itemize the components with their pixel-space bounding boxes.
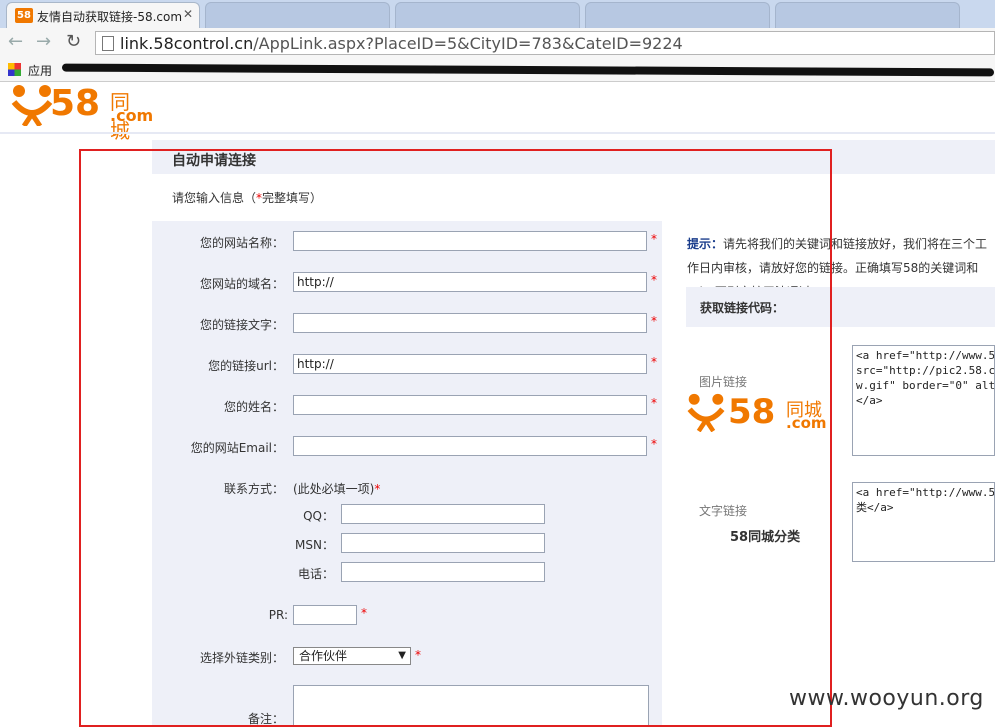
redaction-mark (61, 63, 995, 77)
msn-label: MSN： (295, 538, 334, 552)
tab-inactive[interactable] (395, 2, 580, 28)
qq-input[interactable] (341, 504, 545, 524)
contact-label: 联系方式： (223, 482, 284, 496)
name-label: 您的姓名： (223, 400, 284, 414)
required-mark: * (651, 437, 657, 451)
link-text-input[interactable] (293, 313, 647, 333)
site-name-input[interactable] (293, 231, 647, 251)
link-url-input[interactable]: http:// (293, 354, 647, 374)
phone-label: 电话： (297, 567, 334, 581)
page-icon (102, 36, 114, 51)
text-link-code[interactable]: <a href="http://www.5 类</a> (852, 482, 995, 562)
panel-title-bar (152, 140, 995, 174)
required-mark: * (651, 314, 657, 328)
email-input[interactable] (293, 436, 647, 456)
code-title: 获取链接代码： (700, 301, 785, 315)
link-url-label: 您的链接url： (208, 359, 284, 373)
domain-input[interactable]: http:// (293, 272, 647, 292)
required-mark: * (651, 273, 657, 287)
tab-inactive[interactable] (775, 2, 960, 28)
logo-mascot-icon (11, 85, 53, 126)
required-mark: * (361, 606, 367, 620)
reload-icon[interactable]: ↻ (66, 32, 81, 52)
tab-inactive[interactable] (205, 2, 390, 28)
notes-label: 备注： (247, 712, 284, 726)
page-title: 自动申请连接 (172, 153, 256, 169)
required-mark: * (651, 355, 657, 369)
logo-dotcom: .com (110, 106, 154, 125)
dropdown-arrow-icon: ▼ (398, 650, 406, 661)
link-text-label: 您的链接文字： (199, 318, 284, 332)
required-mark: * (651, 232, 657, 246)
site-favicon-icon: 58 (15, 8, 33, 23)
apps-bookmark[interactable]: 应用 (28, 62, 52, 79)
address-url[interactable]: link.58control.cn/AppLink.aspx?PlaceID=5… (120, 34, 683, 53)
pr-label: PR: (268, 608, 288, 622)
text-link-preview[interactable]: 58同城分类 (730, 526, 800, 545)
text-link-label: 文字链接 (699, 504, 748, 518)
header-divider (0, 132, 995, 134)
apps-grid-icon[interactable] (8, 63, 21, 76)
category-select[interactable]: 合作伙伴 ▼ (293, 647, 411, 665)
pr-input[interactable] (293, 605, 357, 625)
watermark: www.wooyun.org (789, 686, 984, 711)
tab-inactive[interactable] (585, 2, 770, 28)
intro-text: 请您输入信息（*完整填写） (172, 191, 323, 205)
image-link-label: 图片链接 (699, 375, 748, 389)
image-link-logo: 58 同城 .com (686, 392, 831, 436)
site-name-label: 您的网站名称： (199, 236, 284, 250)
notes-textarea[interactable] (293, 685, 649, 727)
email-label: 您的网站Email： (190, 441, 284, 455)
phone-input[interactable] (341, 562, 545, 582)
back-icon[interactable]: ← (8, 32, 23, 52)
domain-label: 您网站的域名： (199, 277, 284, 291)
msn-input[interactable] (341, 533, 545, 553)
tab-title: 友情自动获取链接-58.com (37, 10, 182, 24)
required-mark: * (415, 648, 421, 662)
image-link-code[interactable]: <a href="http://www.5 src="http://pic2.5… (852, 345, 995, 456)
address-bar[interactable]: link.58control.cn/AppLink.aspx?PlaceID=5… (95, 31, 995, 55)
tab-active[interactable]: 58 友情自动获取链接-58.com ✕ (6, 2, 200, 28)
name-input[interactable] (293, 395, 647, 415)
tab-close-icon[interactable]: ✕ (183, 7, 193, 21)
contact-note: (此处必填一项)* (293, 482, 381, 496)
forward-icon[interactable]: → (36, 32, 51, 52)
bookmarks-bar: 应用 (0, 58, 995, 82)
category-label: 选择外链类别： (199, 651, 284, 665)
browser-tab-bar: 58 友情自动获取链接-58.com ✕ (0, 0, 995, 28)
logo-number: 58 (50, 83, 101, 124)
qq-label: QQ： (303, 509, 334, 523)
logo-mascot-icon (687, 393, 725, 432)
required-mark: * (651, 396, 657, 410)
